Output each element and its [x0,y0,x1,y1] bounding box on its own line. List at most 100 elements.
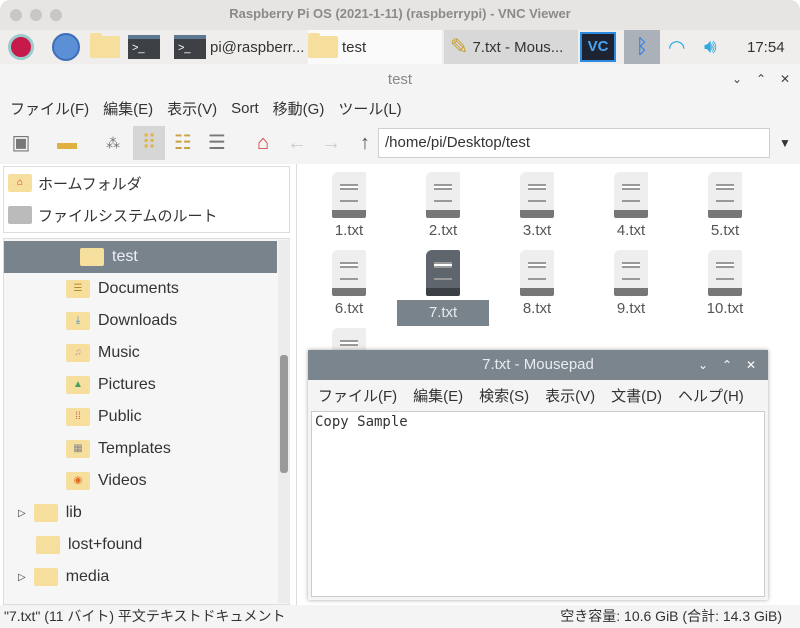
thumbnail-view-icon[interactable]: ⁂ [100,130,126,156]
expander-icon[interactable]: ▷ [18,508,26,519]
tree-item-media[interactable]: ▷ media [18,561,109,593]
tree-item-downloads[interactable]: ⤓ Downloads [66,305,177,337]
clock: 17:54 [747,38,785,56]
directory-tree: test ☰ Documents ⤓ Downloads ♫ Music ▲ Pictu… [3,238,290,605]
file-item[interactable]: 10.txt [679,250,771,317]
menu-tools[interactable]: ツール(L) [338,98,401,119]
back-arrow-icon[interactable]: ← [284,130,310,156]
window-title-bar: test ⌄ ⌃ ✕ [0,64,800,95]
tree-item-lost-found[interactable]: lost+found [36,529,142,561]
menu-edit[interactable]: 編集(E) [103,98,153,119]
menu-file[interactable]: ファイル(F) [318,385,397,406]
folder-icon [308,33,338,58]
text-file-icon [520,172,554,218]
raspberry-menu-icon[interactable] [8,30,34,64]
tree-item-music[interactable]: ♫ Music [66,337,140,369]
volume-icon[interactable]: 🔊︎ [704,30,717,64]
expander-icon[interactable]: ▷ [18,572,26,583]
place-home[interactable]: ⌂ ホームフォルダ [4,167,289,199]
music-folder-icon: ♫ [66,344,90,362]
close-button[interactable] [10,9,22,21]
menu-help[interactable]: ヘルプ(H) [678,385,744,406]
folder-icon [33,504,58,522]
minimize-button[interactable] [30,9,42,21]
browser-globe-icon[interactable] [52,30,80,64]
menu-go[interactable]: 移動(G) [273,98,325,119]
templates-folder-icon: ▦ [66,440,90,458]
place-root[interactable]: ファイルシステムのルート [4,199,289,231]
public-folder-icon: ⁞⁞ [66,408,90,426]
home-folder-icon: ⌂ [8,174,32,192]
menu-document[interactable]: 文書(D) [611,385,662,406]
file-item[interactable]: 2.txt [397,172,489,239]
status-free-space: 空き容量: 10.6 GiB (合計: 14.3 GiB) [560,608,782,624]
menu-sort[interactable]: Sort [231,100,259,117]
bluetooth-icon[interactable]: ᛒ [624,30,660,64]
text-file-icon [332,250,366,296]
new-folder-icon[interactable]: ▬ [54,130,80,156]
folder-icon [80,248,104,266]
pictures-folder-icon: ▲ [66,376,90,394]
taskbar: >_ >_ pi@raspberr... test ✎ 7.txt - Mous..… [0,30,800,64]
icon-view-icon[interactable]: ⠿ [133,126,165,160]
forward-arrow-icon[interactable]: → [318,130,344,156]
tree-item-pictures[interactable]: ▲ Pictures [66,369,156,401]
file-item[interactable]: 8.txt [491,250,583,317]
maximize-button[interactable]: ⌃ [722,350,732,380]
menu-search[interactable]: 検索(S) [479,385,529,406]
vnc-icon[interactable]: VC [580,30,616,64]
file-item[interactable]: 5.txt [679,172,771,239]
close-button[interactable]: ✕ [746,350,756,380]
minimize-button[interactable]: ⌄ [732,64,742,95]
menu-view[interactable]: 表示(V) [167,98,217,119]
tree-item-templates[interactable]: ▦ Templates [66,433,171,465]
zoom-button[interactable] [50,9,62,21]
up-arrow-icon[interactable]: ↑ [352,130,378,156]
tree-item-test[interactable]: test [4,241,277,273]
file-item[interactable]: 6.txt [303,250,395,317]
file-item[interactable]: 4.txt [585,172,677,239]
file-item[interactable]: 9.txt [585,250,677,317]
text-file-icon [614,172,648,218]
pencil-icon: ✎ [450,34,469,59]
path-dropdown-icon[interactable]: ▼ [772,130,798,156]
file-manager-icon[interactable] [90,30,120,64]
terminal-task-button[interactable]: >_ pi@raspberr... [174,30,308,64]
text-file-icon [708,250,742,296]
menu-edit[interactable]: 編集(E) [413,385,463,406]
text-editor-area[interactable]: Copy Sample [311,411,765,597]
folder-icon [36,536,60,554]
list-view-icon[interactable]: ☰ [204,130,230,156]
status-bar: "7.txt" (11 バイト) 平文テキストドキュメント 空き容量: 10.6… [0,605,800,628]
text-file-icon [708,172,742,218]
scrollbar-thumb[interactable] [280,355,288,473]
text-file-icon [614,250,648,296]
tree-item-videos[interactable]: ◉ Videos [66,465,147,497]
tree-item-public[interactable]: ⁞⁞ Public [66,401,142,433]
wifi-icon[interactable]: ◠ [668,30,685,64]
folder-task-button[interactable]: test [308,30,442,64]
maximize-button[interactable]: ⌃ [756,64,766,95]
file-item[interactable]: 1.txt [303,172,395,239]
path-input[interactable]: /home/pi/Desktop/test [378,128,770,158]
compact-view-icon[interactable]: ☷ [170,130,196,156]
text-file-icon [520,250,554,296]
home-icon[interactable]: ⌂ [250,130,276,156]
videos-folder-icon: ◉ [66,472,90,490]
text-file-icon [426,250,460,296]
editor-task-button[interactable]: ✎ 7.txt - Mous... [444,30,578,64]
file-item-selected[interactable]: 7.txt [397,250,489,326]
documents-folder-icon: ☰ [66,280,90,298]
tree-item-documents[interactable]: ☰ Documents [66,273,179,305]
menu-view[interactable]: 表示(V) [545,385,595,406]
places-panel: ⌂ ホームフォルダ ファイルシステムのルート [3,166,290,233]
close-button[interactable]: ✕ [780,64,790,95]
menu-file[interactable]: ファイル(F) [10,98,89,119]
tree-item-lib[interactable]: ▷ lib [18,497,82,529]
terminal-icon[interactable]: >_ [128,30,160,64]
downloads-folder-icon: ⤓ [66,312,90,330]
minimize-button[interactable]: ⌄ [698,350,708,380]
tree-scrollbar[interactable] [278,240,290,603]
file-item[interactable]: 3.txt [491,172,583,239]
new-window-icon[interactable]: ▣ [8,130,34,156]
